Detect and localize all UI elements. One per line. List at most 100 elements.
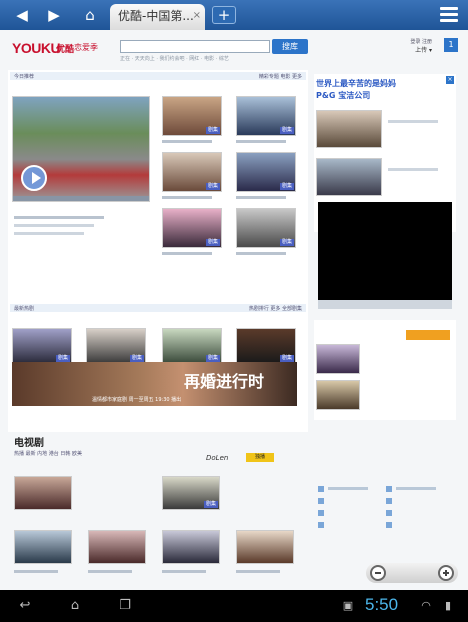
gallery-icon[interactable]: ▣ (340, 598, 356, 614)
site-logo[interactable]: YOUKU (12, 40, 61, 56)
list-item[interactable] (386, 486, 392, 492)
search-hot-tags[interactable]: 正在 · 天天向上 · 我们约会吧 · 网红 · 电影 · 综艺 (120, 55, 229, 62)
thumbnail-caption[interactable] (236, 570, 280, 573)
tv-tabs[interactable]: 热播 最新 内地 港台 日韩 欧美 (14, 450, 82, 457)
banner-subtitle: 温情都市家庭剧 周一至周五 19:30 播出 (92, 397, 182, 403)
tab-title: 优酷-中国第... (118, 9, 194, 23)
section-more-top[interactable]: 精彩专题 电影 更多 (259, 73, 302, 80)
search-input[interactable] (120, 40, 270, 53)
list-item[interactable] (386, 510, 392, 516)
thumbnail-caption[interactable] (162, 140, 212, 143)
home-nav-icon[interactable]: ⌂ (62, 598, 88, 614)
video-thumbnail[interactable]: 剧集 (236, 152, 296, 192)
browser-toolbar: ◀ ▶ ⌂ 优酷-中国第... × + (0, 0, 468, 30)
ad-caption (388, 168, 438, 171)
video-thumbnail[interactable]: 剧集 (236, 208, 296, 248)
video-thumbnail[interactable] (162, 530, 220, 564)
list-item[interactable] (318, 510, 324, 516)
thumbnail-caption[interactable] (14, 570, 58, 573)
new-tab-button[interactable]: + (212, 6, 236, 24)
sponsor-tag: 独播 (246, 453, 274, 462)
video-thumbnail[interactable] (316, 344, 360, 374)
video-thumbnail[interactable] (14, 530, 72, 564)
video-player[interactable] (318, 202, 452, 300)
section-title-top: 今日推荐 (14, 74, 35, 80)
video-thumbnail[interactable] (236, 530, 294, 564)
web-page: YOUKU 优酷 恋爱季 搜库 正在 · 天天向上 · 我们约会吧 · 网红 ·… (0, 30, 468, 590)
thumbnail-caption[interactable] (162, 196, 212, 199)
back-icon[interactable]: ◀ (12, 5, 32, 25)
featured-caption[interactable] (14, 216, 104, 219)
menu-icon[interactable] (440, 7, 458, 23)
browser-tab[interactable]: 优酷-中国第... × (110, 4, 205, 30)
recent-apps-icon[interactable]: ❐ (112, 598, 138, 614)
ad-image[interactable] (316, 110, 382, 148)
list-item[interactable] (318, 522, 324, 528)
zoom-out-icon[interactable] (370, 565, 386, 581)
thumbnail-caption[interactable] (162, 570, 206, 573)
video-player-controls[interactable] (318, 300, 452, 309)
video-thumbnail[interactable]: 剧集 (162, 152, 222, 192)
featured-caption (14, 224, 94, 227)
video-thumbnail[interactable] (14, 476, 72, 510)
notification-badge[interactable]: 1 (444, 38, 458, 52)
site-header: YOUKU 优酷 恋爱季 搜库 正在 · 天天向上 · 我们约会吧 · 网红 ·… (8, 34, 460, 66)
site-slogan: 恋爱季 (74, 43, 98, 52)
back-nav-icon[interactable]: ↩ (12, 598, 38, 614)
thumbnail-caption[interactable] (236, 196, 286, 199)
clock: 5:50 (365, 595, 399, 614)
play-icon[interactable] (21, 165, 47, 191)
list-item[interactable] (318, 498, 324, 504)
forward-icon[interactable]: ▶ (44, 5, 64, 25)
video-progress-bar[interactable] (13, 196, 149, 201)
list-item[interactable] (386, 498, 392, 504)
ad-close-icon[interactable]: × (446, 76, 454, 84)
video-thumbnail[interactable]: 剧集 (236, 328, 296, 364)
list-item[interactable] (318, 486, 324, 492)
sponsor-name: DoLen (206, 454, 229, 462)
banner-title: 再婚进行时 (184, 374, 265, 391)
home-icon[interactable]: ⌂ (80, 5, 100, 25)
thumbnail-caption[interactable] (236, 140, 286, 143)
sponsor-logo[interactable] (406, 330, 450, 340)
video-thumbnail[interactable]: 剧集 (236, 96, 296, 136)
zoom-control (366, 563, 458, 583)
section-header-mid: 最新热剧 热剧排行 更多 全部剧集 (10, 304, 306, 312)
tab-close-icon[interactable]: × (193, 4, 201, 28)
list-item-label (328, 487, 368, 490)
search-button[interactable]: 搜库 (272, 39, 308, 54)
video-thumbnail[interactable]: 剧集 (162, 328, 222, 364)
wifi-icon: ◠ (421, 599, 431, 612)
video-thumbnail[interactable]: 剧集 (162, 476, 220, 510)
screen: ◀ ▶ ⌂ 优酷-中国第... × + YOUKU 优酷 恋爱季 搜库 正在 ·… (0, 0, 468, 622)
section-title-mid: 最新热剧 (14, 306, 35, 312)
section-more-mid[interactable]: 热剧排行 更多 全部剧集 (249, 305, 302, 312)
header-links[interactable]: 登录 注册 (410, 38, 432, 45)
featured-caption (14, 232, 84, 235)
featured-video[interactable] (12, 96, 150, 202)
ad-image[interactable] (316, 158, 382, 196)
video-thumbnail[interactable] (316, 380, 360, 410)
side-list (314, 320, 456, 420)
promo-banner[interactable]: 再婚进行时 温情都市家庭剧 周一至周五 19:30 播出 (12, 362, 297, 406)
video-thumbnail[interactable]: 剧集 (86, 328, 146, 364)
thumbnail-caption[interactable] (88, 570, 132, 573)
list-item[interactable] (386, 522, 392, 528)
battery-icon: ▮ (444, 599, 452, 612)
ad-caption (388, 120, 438, 123)
video-thumbnail[interactable]: 剧集 (162, 96, 222, 136)
video-thumbnail[interactable] (88, 530, 146, 564)
upload-dropdown[interactable]: 上传 ▾ (415, 45, 432, 54)
thumbnail-caption[interactable] (236, 252, 286, 255)
section-header-top: 今日推荐 精彩专题 电影 更多 (10, 72, 306, 80)
list-item-label (396, 487, 436, 490)
tv-section-title[interactable]: 电视剧 (14, 434, 44, 449)
video-thumbnail[interactable]: 剧集 (162, 208, 222, 248)
zoom-in-icon[interactable] (438, 565, 454, 581)
ad-subtitle: P&G 宝洁公司 (316, 91, 371, 100)
thumbnail-caption[interactable] (162, 252, 212, 255)
video-thumbnail[interactable]: 剧集 (12, 328, 72, 364)
site-logo-cn: 优酷 (56, 45, 75, 55)
ad-title: 世界上最辛苦的是妈妈 (316, 79, 396, 88)
system-navigation-bar: ↩ ⌂ ❐ ▣ 5:50 ◠ ▮ (0, 590, 468, 622)
